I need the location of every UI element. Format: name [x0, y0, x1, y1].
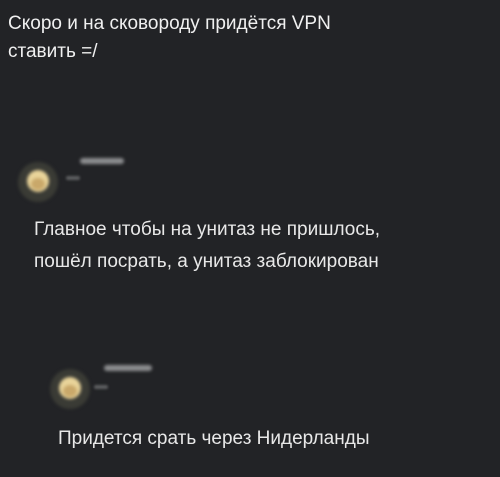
post-text: Скоро и на сковороду придётся VPN ставит…: [8, 10, 428, 66]
post-text-line: ставить =/: [8, 41, 98, 62]
comment-text-line: Придется срать через Нидерланды: [58, 428, 370, 449]
author-name-blurred[interactable]: [80, 158, 124, 164]
author-meta-blurred: [94, 385, 108, 389]
comment-text-line: Главное чтобы на унитаз не пришлось,: [34, 219, 381, 240]
author-meta-blurred: [66, 176, 80, 180]
avatar[interactable]: [18, 162, 58, 202]
author-name-blurred[interactable]: [104, 365, 152, 371]
comment-text: Главное чтобы на унитаз не пришлось, пош…: [34, 214, 474, 278]
comment-text: Придется срать через Нидерланды: [58, 423, 478, 455]
avatar[interactable]: [50, 369, 90, 409]
comment-text-line: пошёл посрать, а унитаз заблокирован: [34, 251, 379, 272]
post-text-line: Скоро и на сковороду придётся VPN: [8, 13, 331, 34]
